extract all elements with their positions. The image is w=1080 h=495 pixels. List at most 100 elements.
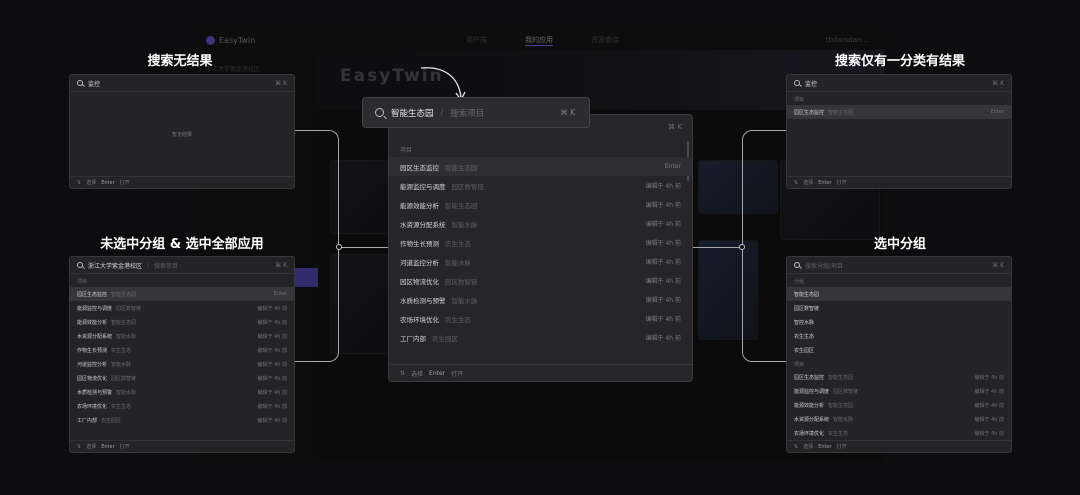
result-row[interactable]: 能源监控与调度 园区数智链 编辑于 4h 前 xyxy=(70,301,294,315)
result-row[interactable]: 园区生态监控 智能生态园 Enter xyxy=(70,287,294,301)
connector-bottom-left xyxy=(295,247,339,362)
enter-key: Enter xyxy=(818,179,832,186)
shortcut-hint: ⌘ K xyxy=(992,261,1004,269)
palette-footer: ⇅ 选择 Enter 打开 xyxy=(787,440,1011,452)
search-input[interactable]: 搜索项目 xyxy=(154,261,178,270)
row-group: 智能生态园 xyxy=(828,374,854,381)
row-title: 园区生态监控 xyxy=(794,109,825,116)
result-row[interactable]: 水质检测与预警 智能水脉 编辑于 4h 前 xyxy=(389,290,692,309)
empty-state: 暂无结果 xyxy=(171,132,192,138)
row-title: 工厂内部 xyxy=(77,417,98,424)
result-row[interactable]: 河道监控分析 智能水脉 编辑于 4h 前 xyxy=(389,252,692,271)
footer-open-label: 打开 xyxy=(451,370,464,378)
result-row[interactable]: 园区物流优化 园区数智链 编辑于 4h 前 xyxy=(389,271,692,290)
search-bar[interactable]: 搜索分组/项目 ⌘ K xyxy=(787,257,1011,274)
result-row[interactable]: 农场环境优化 农生生态 编辑于 4h 前 xyxy=(70,399,294,413)
group-row[interactable]: 智控水脉 xyxy=(787,315,1011,329)
group-row[interactable]: 农生园区 xyxy=(787,343,1011,357)
divider: / xyxy=(147,261,150,269)
row-title: 园区生态监控 xyxy=(794,374,825,381)
result-row[interactable]: 能源监控与调度 园区数智链 编辑于 4h 前 xyxy=(787,384,1011,398)
result-row[interactable]: 水资源分配系统 智能水脉 编辑于 4h 前 xyxy=(787,412,1011,426)
section-label-groups: 分组 xyxy=(794,279,805,285)
row-group: 园区数智链 xyxy=(116,305,142,312)
shortcut-hint: ⌘ K xyxy=(275,261,287,269)
row-group: 智能水脉 xyxy=(833,416,854,423)
row-hint: 编辑于 4h 前 xyxy=(645,297,681,304)
search-bar[interactable]: 浙江大学紫金港校区 / 搜索项目 ⌘ K xyxy=(70,257,294,274)
result-list: 园区生态监控 智能生态园 Enter 能源监控与调度 园区数智链 编辑于 4h 前能源效能… xyxy=(389,157,692,347)
row-hint: 编辑于 4h 前 xyxy=(974,388,1004,395)
row-hint: 编辑于 4h 前 xyxy=(257,347,287,354)
result-row[interactable]: 能源监控与调度 园区数智链 编辑于 4h 前 xyxy=(389,176,692,195)
row-group: 智能水脉 xyxy=(111,361,132,368)
shortcut-hint: ⌘ K xyxy=(560,108,575,117)
search-bar[interactable]: 监控 ⌘ K xyxy=(70,75,294,92)
result-row[interactable]: 工厂内部 农生园区 编辑于 4h 前 xyxy=(389,328,692,347)
result-row[interactable]: 能源效能分析 智能生态园 编辑于 4h 前 xyxy=(389,195,692,214)
result-list: 园区生态监控 智能生态园 Enter 能源监控与调度 园区数智链 编辑于 4h 前能源效能… xyxy=(70,287,294,427)
row-hint: 编辑于 4h 前 xyxy=(257,319,287,326)
search-bar[interactable]: 监控 ⌘ K xyxy=(787,75,1011,92)
result-row[interactable]: 河道监控分析 智能水脉 编辑于 4h 前 xyxy=(70,357,294,371)
footer-open-label: 打开 xyxy=(836,180,847,186)
row-hint: 编辑于 4h 前 xyxy=(257,375,287,382)
connector-link-left xyxy=(339,247,388,248)
row-title: 水质检测与预警 xyxy=(400,296,446,305)
group-row[interactable]: 智能生态园 xyxy=(787,287,1011,301)
connector-link-right xyxy=(693,247,742,248)
group-title: 智能生态园 xyxy=(794,291,820,298)
result-row[interactable]: 水资源分配系统 智能水脉 编辑于 4h 前 xyxy=(70,329,294,343)
row-title: 能源效能分析 xyxy=(794,402,825,409)
row-title: 农场环境优化 xyxy=(794,430,825,437)
heading-no-result: 搜索无结果 xyxy=(147,54,213,69)
row-title: 园区物流优化 xyxy=(400,277,439,286)
row-group: 智能水脉 xyxy=(116,389,137,396)
panel-group: 搜索分组/项目 ⌘ K 分组 智能生态园 园区数智链 智控水脉 农生生态 农生园区 项目… xyxy=(786,256,1012,453)
result-row[interactable]: 园区生态监控 智能生态园 Enter xyxy=(389,157,692,176)
row-hint: 编辑于 4h 前 xyxy=(257,361,287,368)
row-group: 园区数智链 xyxy=(445,277,478,286)
result-row[interactable]: 水资源分配系统 智能水脉 编辑于 4h 前 xyxy=(389,214,692,233)
result-row[interactable]: 农场环境优化 农生生态 编辑于 4h 前 xyxy=(787,426,1011,440)
result-row[interactable]: 作物生长预测 农生生态 编辑于 4h 前 xyxy=(70,343,294,357)
search-input[interactable]: 搜索项目 xyxy=(450,107,484,119)
result-row[interactable]: 园区物流优化 园区数智链 编辑于 4h 前 xyxy=(70,371,294,385)
row-title: 能源监控与调度 xyxy=(794,388,830,395)
result-row[interactable]: 农场环境优化 农生生态 编辑于 4h 前 xyxy=(389,309,692,328)
row-title: 作物生长预测 xyxy=(77,347,108,354)
group-row[interactable]: 园区数智链 xyxy=(787,301,1011,315)
row-group: 智能水脉 xyxy=(445,258,471,267)
group-row[interactable]: 农生生态 xyxy=(787,329,1011,343)
search-input[interactable]: 监控 xyxy=(88,79,100,88)
row-title: 园区生态监控 xyxy=(77,291,108,298)
result-row[interactable]: 工厂内部 农生园区 编辑于 4h 前 xyxy=(70,413,294,427)
row-group: 农生生态 xyxy=(111,347,132,354)
row-group: 智能生态园 xyxy=(828,109,854,116)
enter-key: Enter xyxy=(818,443,832,450)
result-row[interactable]: 园区生态监控 智能生态园 Enter xyxy=(787,105,1011,119)
connector-top-left xyxy=(295,130,339,247)
shortcut-hint: ⌘ K xyxy=(992,79,1004,87)
shortcut-hint: ⌘ K xyxy=(275,79,287,87)
result-row[interactable]: 作物生长预测 农生生态 编辑于 4h 前 xyxy=(389,233,692,252)
section-label: 项目 xyxy=(400,147,413,154)
result-row[interactable]: 能源效能分析 智能生态园 编辑于 4h 前 xyxy=(70,315,294,329)
row-hint: 编辑于 4h 前 xyxy=(645,240,681,247)
result-row[interactable]: 水质检测与预警 智能水脉 编辑于 4h 前 xyxy=(70,385,294,399)
main-search-bar[interactable]: 智能生态园 / 搜索项目 ⌘ K xyxy=(362,97,590,128)
result-row[interactable]: 园区生态监控 智能生态园 编辑于 4h 前 xyxy=(787,370,1011,384)
result-row[interactable]: 能源效能分析 智能生态园 编辑于 4h 前 xyxy=(787,398,1011,412)
search-input[interactable]: 监控 xyxy=(805,79,817,88)
search-scope-tag[interactable]: 浙江大学紫金港校区 xyxy=(88,261,142,270)
panel-one-category: 监控 ⌘ K 项目 园区生态监控 智能生态园 Enter ⇅ 选择 Enter … xyxy=(786,74,1012,189)
row-title: 作物生长预测 xyxy=(400,239,439,248)
row-group: 智能水脉 xyxy=(116,333,137,340)
row-hint: 编辑于 4h 前 xyxy=(645,259,681,266)
row-group: 农生生态 xyxy=(445,239,471,248)
search-scope-tag[interactable]: 智能生态园 xyxy=(391,107,434,119)
search-input[interactable]: 搜索分组/项目 xyxy=(805,261,843,270)
row-title: 河道监控分析 xyxy=(400,258,439,267)
search-icon xyxy=(77,80,83,86)
row-group: 智能生态园 xyxy=(445,163,478,172)
